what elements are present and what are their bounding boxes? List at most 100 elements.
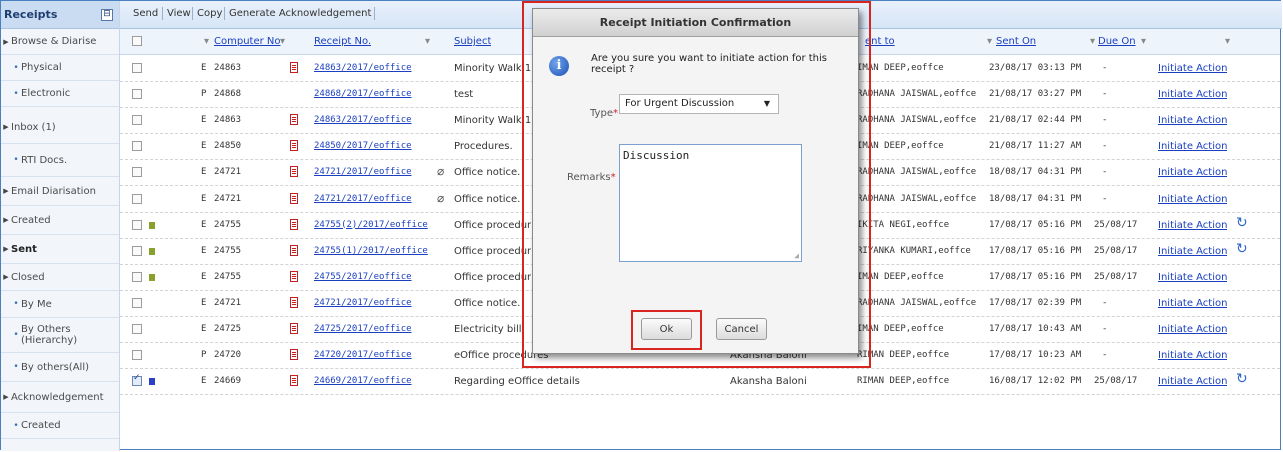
receipt-number-link[interactable]: 24755/2017/eoffice (314, 265, 412, 290)
attachment-icon[interactable]: ⌀ (437, 191, 444, 205)
pdf-icon[interactable] (290, 218, 298, 230)
receipt-number-link[interactable]: 24755(1)/2017/eoffice (314, 239, 428, 264)
receipt-number-link[interactable]: 24721/2017/eoffice (314, 291, 412, 316)
receipt-number-link[interactable]: 24721/2017/eoffice (314, 187, 412, 212)
row-checkbox[interactable] (132, 193, 142, 204)
dialog-title: Receipt Initiation Confirmation (533, 9, 858, 37)
computer-type: E (201, 297, 207, 308)
sidebar-item-created[interactable]: ▶ Created (1, 206, 119, 235)
row-checkbox[interactable] (132, 373, 142, 387)
sidebar-item-by-others-all[interactable]: • By others(All) (1, 353, 119, 382)
sidebar-item-acknowledgement[interactable]: ▶ Acknowledgement (1, 382, 119, 413)
pdf-icon[interactable] (290, 296, 298, 308)
chevron-down-icon: ▾ (1141, 36, 1147, 47)
initiate-action-link[interactable]: Initiate Action (1158, 187, 1227, 212)
due-on-cell: - (1102, 89, 1108, 100)
receipt-number-link[interactable]: 24725/2017/eoffice (314, 317, 412, 342)
sent-to-cell: RIMAN DEEP,eoffce (857, 376, 950, 387)
sidebar-item-created[interactable]: • Created (1, 413, 119, 439)
receipt-number-link[interactable]: 24850/2017/eoffice (314, 134, 412, 159)
header-computer-no[interactable]: Computer No (214, 29, 281, 54)
initiate-action-link[interactable]: Initiate Action (1158, 134, 1227, 159)
row-checkbox[interactable] (132, 167, 142, 178)
select-all-checkbox[interactable] (132, 36, 142, 46)
copy-button[interactable]: Copy (197, 8, 222, 19)
row-checkbox[interactable] (132, 297, 142, 308)
send-button[interactable]: Send (133, 8, 158, 19)
ok-button[interactable]: Ok (641, 318, 692, 340)
row-checkbox[interactable] (132, 219, 142, 230)
sidebar-item-closed[interactable]: ▶ Closed (1, 264, 119, 291)
initiate-action-link[interactable]: Initiate Action (1158, 239, 1227, 264)
initiate-action-link[interactable]: Initiate Action (1158, 369, 1227, 394)
receipt-number-link[interactable]: 24863/2017/eoffice (314, 108, 412, 133)
computer-type: E (201, 63, 207, 73)
row-checkbox[interactable] (132, 141, 142, 152)
collapse-icon[interactable]: ⊟ (101, 8, 113, 21)
sort-icon: ▾ (987, 36, 993, 47)
pdf-icon[interactable] (290, 192, 298, 204)
initiate-action-link[interactable]: Initiate Action (1158, 291, 1227, 316)
expand-arrow-icon: ▶ (3, 37, 9, 46)
receipt-initiation-dialog: Receipt Initiation Confirmation i Are yo… (532, 8, 859, 354)
initiate-action-link[interactable]: Initiate Action (1158, 160, 1227, 185)
row-checkbox[interactable] (132, 271, 142, 282)
header-due-on[interactable]: Due On (1098, 29, 1136, 54)
row-checkbox[interactable] (132, 245, 142, 256)
pdf-icon[interactable] (290, 270, 298, 282)
refresh-icon[interactable]: ↻ (1236, 241, 1248, 257)
sidebar-item-by-me[interactable]: • By Me (1, 291, 119, 318)
sidebar-item-by-others-hierarchy[interactable]: • By Others (Hierarchy) (1, 318, 119, 353)
refresh-icon[interactable]: ↻ (1236, 215, 1248, 231)
header-sent-to[interactable]: ent to (865, 29, 895, 54)
initiate-action-link[interactable]: Initiate Action (1158, 343, 1227, 368)
pdf-icon[interactable] (290, 244, 298, 256)
initiate-action-link[interactable]: Initiate Action (1158, 56, 1227, 81)
header-subject[interactable]: Subject (454, 29, 491, 54)
type-select[interactable]: For Urgent Discussion ▼ (619, 94, 779, 114)
pdf-icon[interactable] (290, 114, 298, 126)
row-checkbox[interactable] (132, 350, 142, 361)
attachment-icon[interactable]: ⌀ (437, 164, 444, 178)
sidebar-item-rti-docs[interactable]: • RTI Docs. (1, 144, 119, 177)
receipt-number-link[interactable]: 24868/2017/eoffice (314, 82, 412, 107)
view-button[interactable]: View (167, 8, 191, 19)
pdf-icon[interactable] (290, 323, 298, 334)
cancel-button[interactable]: Cancel (716, 318, 767, 340)
generate-acknowledgement-button[interactable]: Generate Acknowledgement (229, 8, 371, 19)
receipt-number-link[interactable]: 24669/2017/eoffice (314, 369, 412, 394)
sidebar-item-physical[interactable]: • Physical (1, 55, 119, 81)
row-checkbox[interactable] (132, 89, 142, 100)
sidebar-item-electronic[interactable]: • Electronic (1, 81, 119, 107)
sidebar-item-sent[interactable]: ▶ Sent (1, 235, 119, 264)
row-checkbox[interactable] (132, 324, 142, 334)
pdf-icon[interactable] (290, 166, 298, 178)
subject-cell: test (454, 89, 474, 101)
initiate-action-link[interactable]: Initiate Action (1158, 213, 1227, 238)
initiate-action-link[interactable]: Initiate Action (1158, 108, 1227, 133)
header-sent-on[interactable]: Sent On (996, 29, 1036, 54)
remarks-textarea[interactable]: Discussion ◢ (619, 144, 802, 262)
initiate-action-link[interactable]: Initiate Action (1158, 82, 1227, 107)
receipt-number-link[interactable]: 24863/2017/eoffice (314, 56, 412, 81)
receipt-number-link[interactable]: 24721/2017/eoffice (314, 160, 412, 185)
row-checkbox[interactable] (132, 63, 142, 73)
sidebar-item-inbox-1[interactable]: ▶ Inbox (1) (1, 111, 119, 144)
pdf-icon[interactable] (290, 375, 298, 387)
sent-to-cell: RIMAN DEEP,eoffce (857, 350, 950, 361)
sidebar-item-browse-diarise[interactable]: ▶ Browse & Diarise (1, 29, 119, 55)
initiate-action-link[interactable]: Initiate Action (1158, 265, 1227, 290)
header-receipt-no[interactable]: Receipt No. (314, 29, 371, 54)
resize-grip-icon[interactable]: ◢ (794, 251, 799, 260)
refresh-icon[interactable]: ↻ (1236, 371, 1248, 387)
pdf-icon[interactable] (290, 62, 298, 73)
sidebar-item-email-diarisation[interactable]: ▶ Email Diarisation (1, 177, 119, 206)
row-checkbox[interactable] (132, 115, 142, 126)
receipt-number-link[interactable]: 24720/2017/eoffice (314, 343, 412, 368)
sidebar-item-label: Browse & Diarise (11, 36, 97, 47)
pdf-icon[interactable] (290, 140, 298, 152)
initiate-action-link[interactable]: Initiate Action (1158, 317, 1227, 342)
sidebar-item-label: Created (11, 214, 51, 226)
receipt-number-link[interactable]: 24755(2)/2017/eoffice (314, 213, 428, 238)
pdf-icon[interactable] (290, 349, 298, 361)
